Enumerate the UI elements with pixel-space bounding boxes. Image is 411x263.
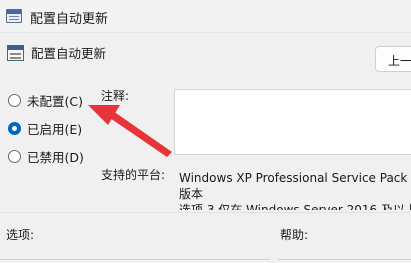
comment-textarea[interactable]	[174, 89, 411, 155]
previous-setting-button[interactable]: 上一	[375, 46, 411, 72]
help-pane-edge	[278, 259, 411, 260]
section-divider	[0, 212, 411, 213]
arrow-head	[88, 105, 120, 125]
platform-line: 版本	[179, 187, 204, 201]
enabled-label: 已启用(E)	[27, 121, 83, 137]
platform-line: Windows XP Professional Service Pack 1	[179, 171, 411, 185]
options-pane-edge	[0, 259, 270, 260]
policy-window-icon	[6, 9, 22, 23]
title-bar: 配置自动更新	[0, 0, 411, 33]
arrow-shaft	[107, 111, 172, 157]
enabled-radio[interactable]	[8, 121, 21, 135]
disabled-option[interactable]: 已禁用(D)	[8, 147, 84, 165]
help-section-label: 帮助:	[280, 228, 309, 242]
supported-platform-text[interactable]: Windows XP Professional Service Pack 1 版…	[174, 164, 411, 210]
disabled-label: 已禁用(D)	[27, 149, 84, 165]
supported-platform-label: 支持的平台:	[101, 168, 166, 182]
window-title: 配置自动更新	[30, 12, 109, 27]
enabled-option[interactable]: 已启用(E)	[8, 119, 82, 137]
not-configured-label: 未配置(C)	[27, 93, 83, 109]
setting-title: 配置自动更新	[31, 46, 107, 61]
not-configured-radio[interactable]	[8, 93, 21, 107]
options-section-label: 选项:	[6, 228, 35, 242]
platform-line: 选项 3 仅在 Windows Server 2016 及以上	[179, 203, 411, 210]
policy-setting-icon	[7, 45, 24, 61]
not-configured-option[interactable]: 未配置(C)	[8, 91, 83, 109]
comment-label: 注释:	[101, 89, 130, 103]
disabled-radio[interactable]	[8, 149, 21, 163]
